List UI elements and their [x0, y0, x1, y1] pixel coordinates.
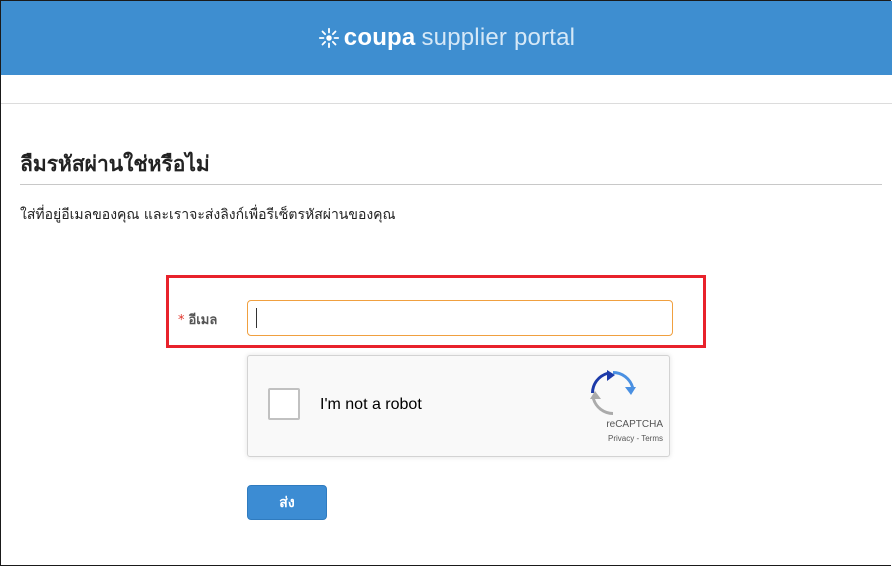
- email-label-text: อีเมล: [188, 313, 218, 328]
- coupa-burst-icon: [318, 27, 339, 49]
- recaptcha-links: Privacy - Terms: [608, 434, 663, 443]
- recaptcha-logo-icon: [590, 370, 636, 415]
- page-title: ลืมรหัสผ่านใช่หรือไม่: [20, 152, 210, 176]
- brand-name: coupa: [343, 24, 416, 51]
- email-label: * อีเมล: [178, 309, 217, 330]
- recaptcha-terms-link[interactable]: Terms: [641, 434, 663, 443]
- instructions-text: ใส่ที่อยู่อีเมลของคุณ และเราจะส่งลิงก์เพ…: [20, 207, 396, 223]
- recaptcha-widget: I'm not a robot reCAPTCHA Privacy - Term…: [247, 355, 670, 457]
- text-caret: [256, 308, 257, 328]
- recaptcha-brand: reCAPTCHA: [606, 419, 663, 430]
- title-divider: [20, 184, 882, 185]
- brand-subtitle: supplier portal: [421, 24, 576, 51]
- coupa-logo[interactable]: coupa supplier portal: [318, 24, 575, 52]
- required-marker: *: [178, 313, 185, 328]
- recaptcha-privacy-link[interactable]: Privacy: [608, 434, 634, 443]
- submit-button[interactable]: ส่ง: [247, 485, 327, 520]
- header-bar: coupa supplier portal: [1, 1, 892, 75]
- recaptcha-label: I'm not a robot: [320, 396, 422, 413]
- email-input[interactable]: [247, 300, 673, 336]
- recaptcha-checkbox[interactable]: [268, 388, 300, 420]
- header-divider: [1, 103, 892, 104]
